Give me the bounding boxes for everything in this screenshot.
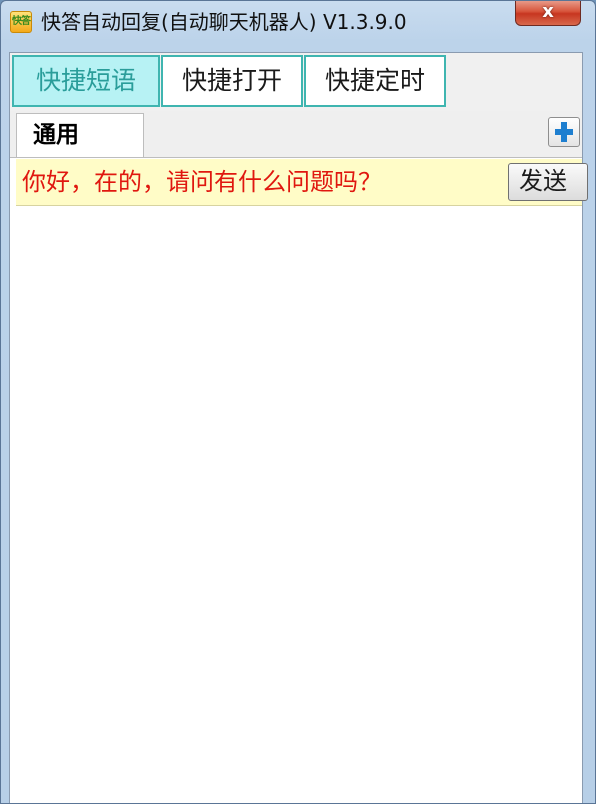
phrase-text: 你好，在的，请问有什么问题吗？ (22, 168, 382, 196)
phrase-list-empty-area[interactable] (16, 206, 582, 803)
title-bar[interactable]: 快答 快答自动回复(自动聊天机器人) V1.3.9.0 x (1, 1, 595, 45)
app-logo-icon: 快答 (10, 11, 32, 33)
client-area: 快捷短语 快捷打开 快捷定时 通用 你好，在的，请问有什么问题吗？ 发送 (9, 52, 588, 803)
tab-category-general[interactable]: 通用 (16, 113, 144, 157)
main-tab-bar: 快捷短语 快捷打开 快捷定时 (10, 53, 582, 112)
tab-quick-schedule[interactable]: 快捷定时 (304, 55, 446, 107)
phrase-list-item[interactable]: 你好，在的，请问有什么问题吗？ 发送 (16, 159, 588, 206)
tab-quick-open[interactable]: 快捷打开 (161, 55, 303, 107)
category-tab-bar: 通用 (10, 111, 582, 158)
add-category-button[interactable] (548, 117, 580, 147)
window-title: 快答自动回复(自动聊天机器人) V1.3.9.0 (41, 10, 407, 34)
close-button[interactable]: x (515, 1, 581, 26)
close-icon: x (542, 1, 554, 22)
send-button[interactable]: 发送 (508, 163, 588, 201)
tab-quick-phrases[interactable]: 快捷短语 (12, 55, 160, 107)
app-window: 快答 快答自动回复(自动聊天机器人) V1.3.9.0 x 快捷短语 快捷打开 … (0, 0, 596, 804)
